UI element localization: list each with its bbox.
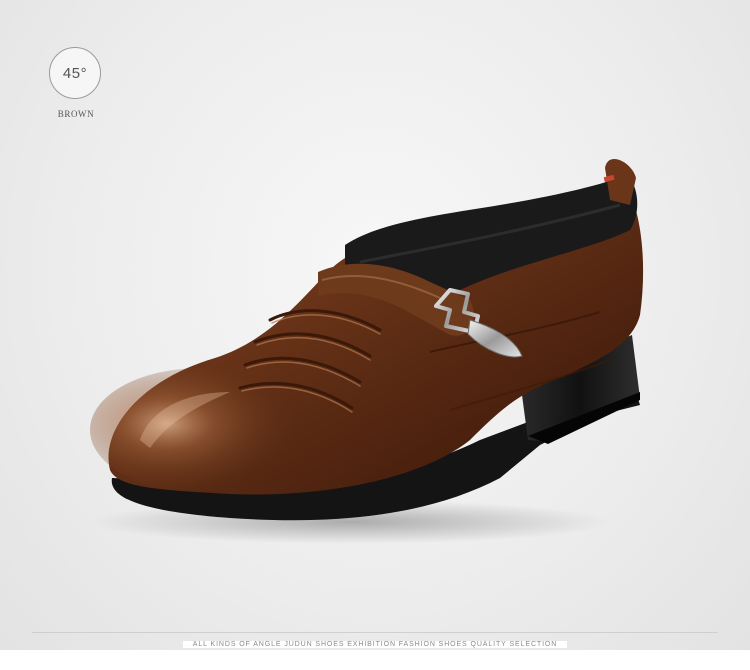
bottom-margin	[0, 650, 750, 670]
product-photo-stage: 45° BROWN ALL KINDS OF ANGLE JUDUN SHOES…	[0, 0, 750, 670]
footer-tagline: ALL KINDS OF ANGLE JUDUN SHOES EXHIBITIO…	[182, 641, 568, 648]
footer-tagline-wrap: ALL KINDS OF ANGLE JUDUN SHOES EXHIBITIO…	[0, 633, 750, 651]
shoe-image-icon	[90, 159, 644, 544]
